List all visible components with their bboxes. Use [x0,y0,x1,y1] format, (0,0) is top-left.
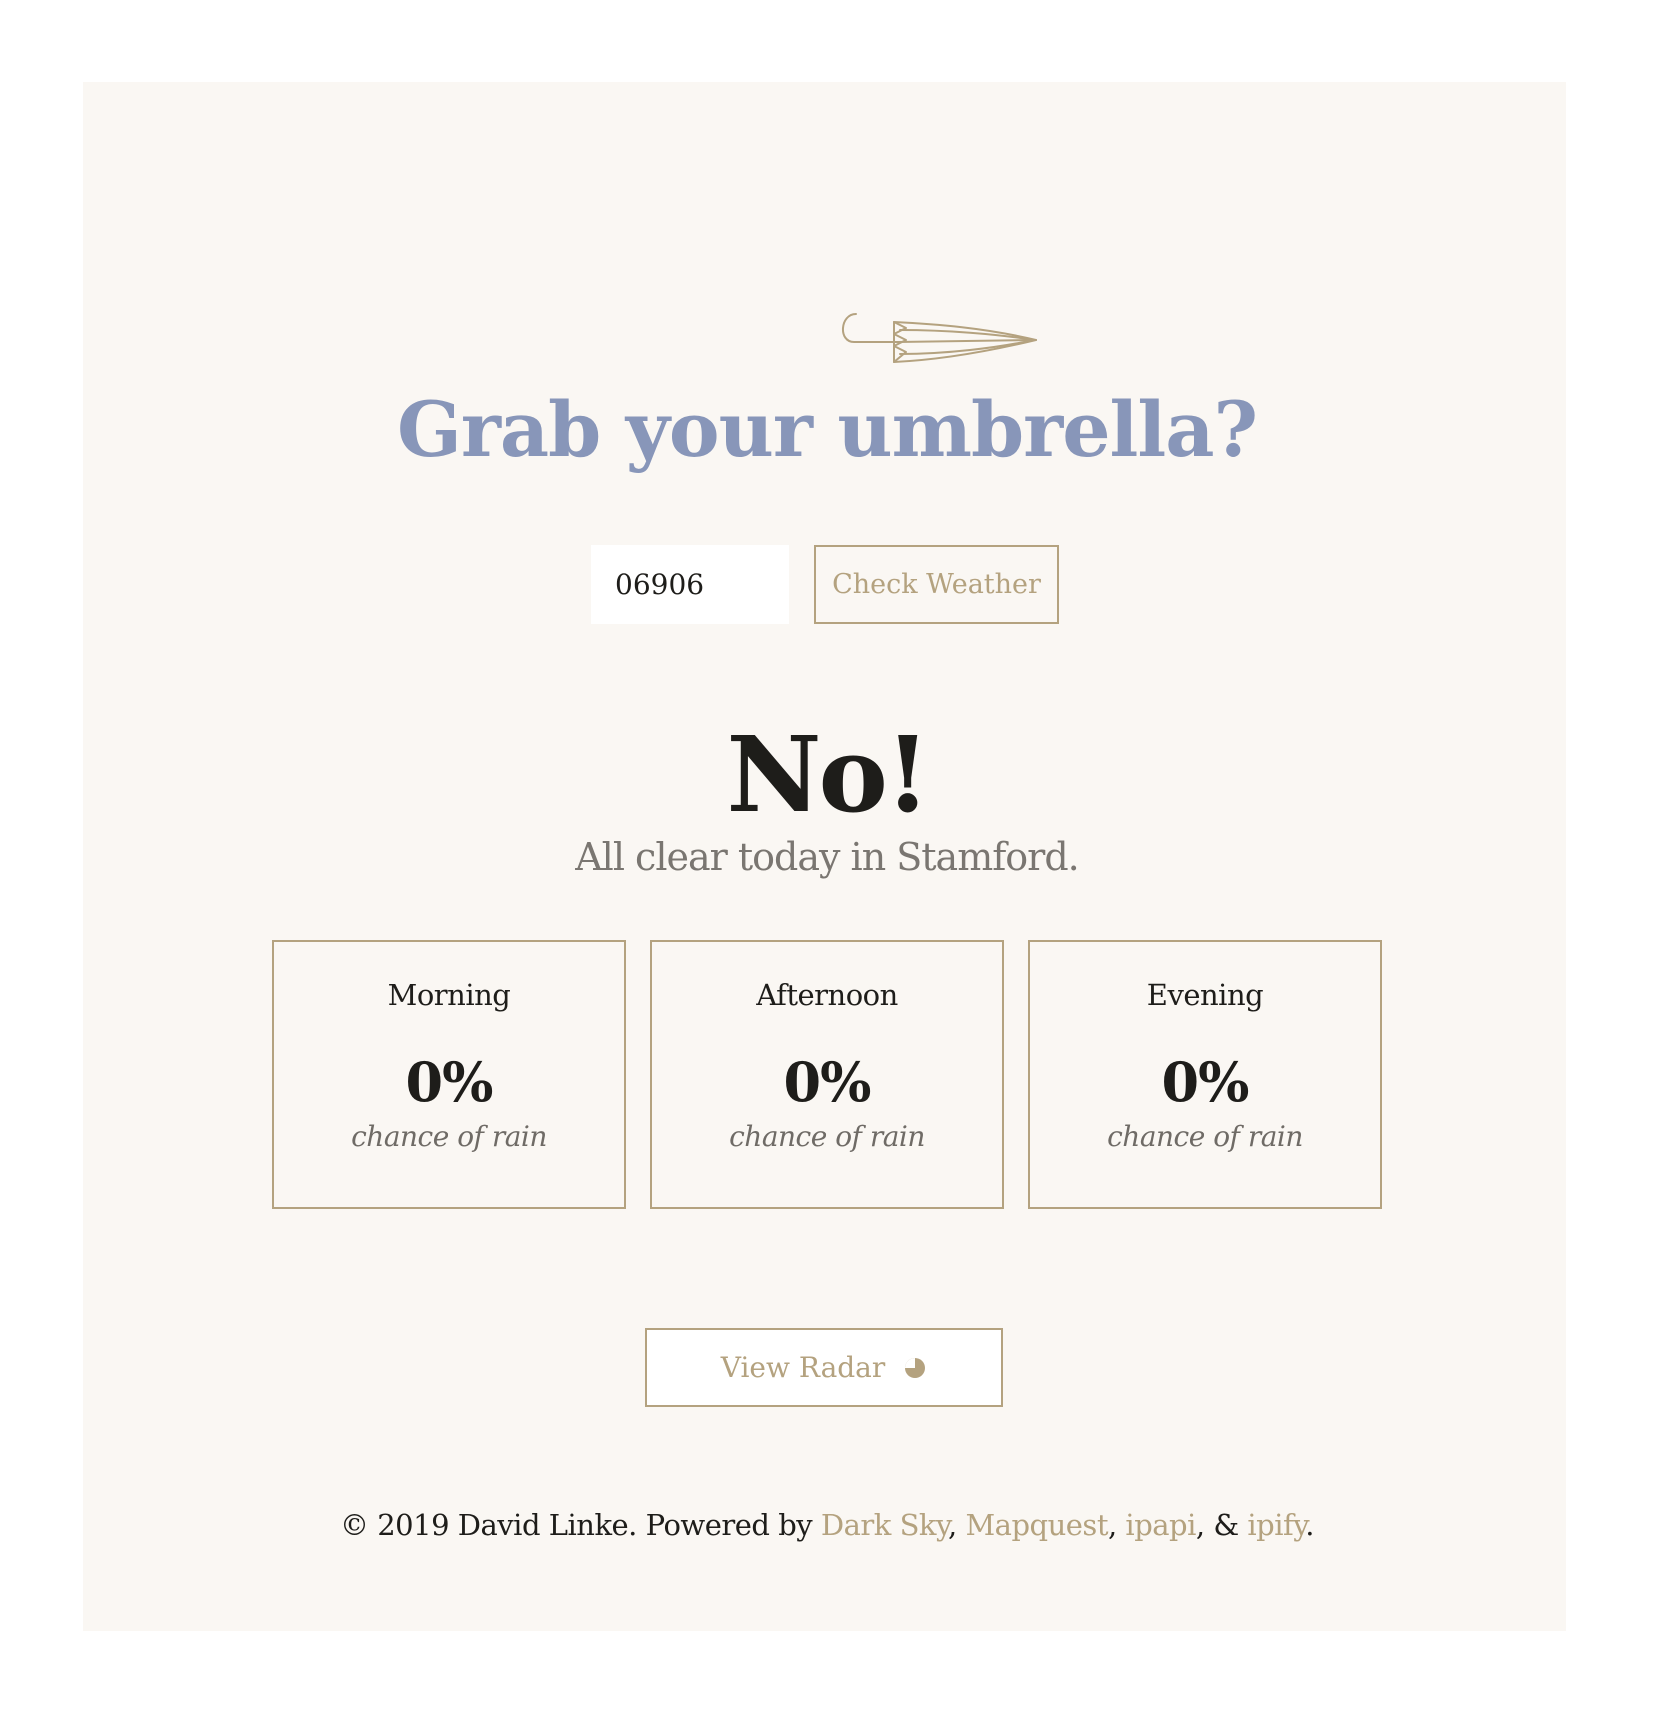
page-title: Grab your umbrella? [396,385,1258,474]
rain-chance-value: 0% [783,1050,872,1114]
weather-summary: All clear today in Stamford. [575,835,1080,879]
ipify-link[interactable]: ipify [1247,1508,1305,1542]
rain-chance-value: 0% [1161,1050,1250,1114]
footer-text: 2019 David Linke. Powered by [368,1508,821,1542]
forecast-period-label: Morning [387,978,511,1012]
footer-separator: , [1107,1508,1126,1542]
forecast-card-evening: Evening 0% chance of rain [1028,940,1382,1209]
forecast-card-morning: Morning 0% chance of rain [272,940,626,1209]
copyright-icon: © [340,1508,369,1542]
view-radar-button[interactable]: View Radar [645,1328,1003,1407]
view-radar-label: View Radar [720,1351,886,1384]
footer-separator: , [948,1508,966,1542]
umbrella-answer: No! [726,713,930,836]
footer-separator: , & [1195,1508,1248,1542]
zip-code-input[interactable] [591,545,789,624]
rain-chance-caption: chance of rain [729,1120,925,1153]
dark-sky-link[interactable]: Dark Sky [821,1508,949,1542]
footer: © 2019 David Linke. Powered by Dark Sky,… [0,1508,1654,1542]
rain-chance-caption: chance of rain [1107,1120,1303,1153]
umbrella-icon [842,313,1037,363]
forecast-period-label: Afternoon [756,978,898,1012]
rain-chance-caption: chance of rain [351,1120,547,1153]
footer-end: . [1305,1508,1314,1542]
forecast-card-afternoon: Afternoon 0% chance of rain [650,940,1004,1209]
mapquest-link[interactable]: Mapquest [965,1508,1108,1542]
radar-icon [905,1357,926,1378]
check-weather-button[interactable]: Check Weather [814,545,1059,624]
forecast-period-label: Evening [1146,978,1264,1012]
rain-chance-value: 0% [405,1050,494,1114]
ipapi-link[interactable]: ipapi [1125,1508,1196,1542]
